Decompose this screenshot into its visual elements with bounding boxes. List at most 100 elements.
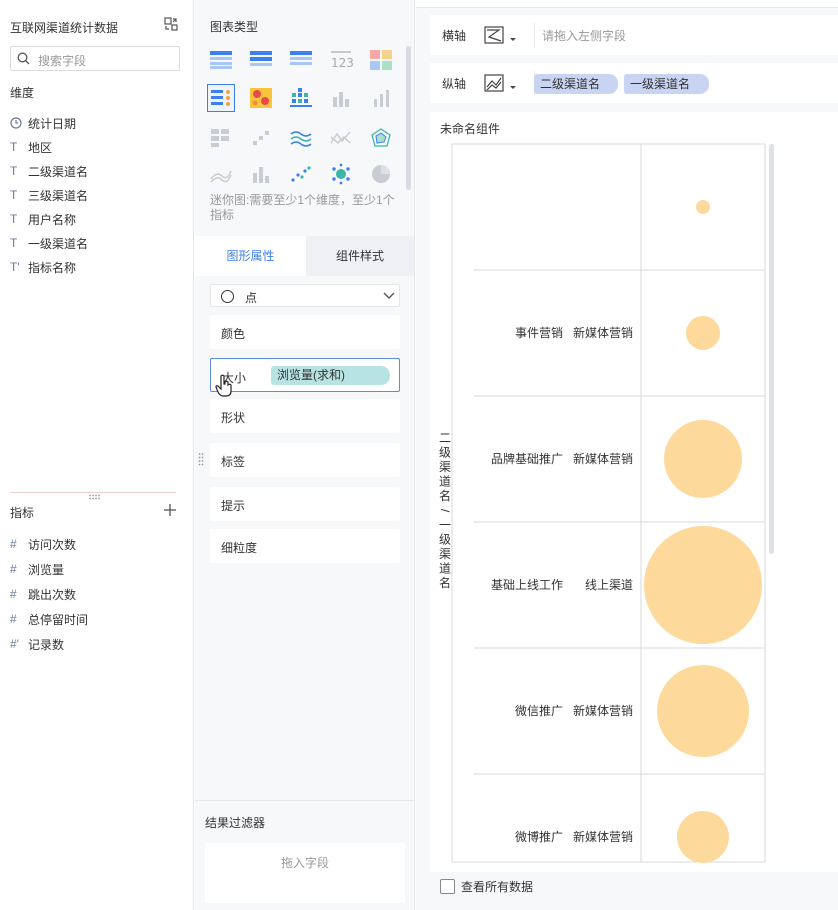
add-measure-icon[interactable] [163, 503, 177, 517]
switch-dataset-icon[interactable] [164, 17, 178, 31]
pie-chart-icon[interactable] [367, 160, 395, 188]
text-icon: T [10, 236, 18, 250]
view-all-label: 查看所有数据 [461, 880, 534, 894]
y-axis-title-char: 级 [439, 533, 451, 547]
size-field-pill[interactable]: 浏览量(求和) [271, 366, 390, 385]
dimension-item[interactable]: T 一级渠道名 [10, 233, 88, 253]
chart-component: 未命名组件 新媒体营销 事件营销 新媒体营销 品牌基础推广 线上渠道 基础上线工作 新媒体营… [430, 112, 838, 872]
size-property[interactable]: 大小 浏览量(求和) [210, 358, 400, 392]
row-label-level1: 微信推广 [515, 704, 563, 718]
chart-type-scrollbar[interactable] [406, 46, 411, 190]
row-label-level1: 微博推广 [515, 829, 563, 844]
resize-grip-icon[interactable] [198, 452, 204, 466]
y-axis-type-icon[interactable] [484, 73, 520, 95]
dimension-item[interactable]: T' 指标名称 [10, 257, 76, 277]
heatmap-chart-icon[interactable] [247, 84, 275, 112]
measure-item[interactable]: # 总停留时间 [10, 609, 88, 629]
measure-label: 总停留时间 [28, 612, 89, 627]
measure-label: 记录数 [28, 637, 65, 652]
column-chart-icon[interactable] [367, 84, 395, 112]
label-property[interactable]: 标签 [210, 443, 400, 477]
x-axis-shelf[interactable]: 横轴 请拖入左侧字段 [430, 15, 838, 55]
dimension-label: 地区 [28, 140, 53, 155]
search-icon [17, 52, 30, 65]
y-axis-field-pill[interactable]: 一级渠道名 [624, 74, 709, 94]
measure-label: 跳出次数 [28, 587, 77, 602]
row-label-level2: 新媒体营销 [573, 325, 633, 340]
tab-graphic-properties[interactable]: 图形属性 [195, 236, 306, 276]
color-property[interactable]: 颜色 [210, 315, 400, 349]
measure-item[interactable]: # 访问次数 [10, 534, 76, 554]
dimension-label: 二级渠道名 [28, 164, 89, 179]
y-axis-shelf[interactable]: 纵轴 二级渠道名 一级渠道名 [430, 63, 838, 103]
chevron-down-icon [383, 292, 395, 299]
search-input-placeholder[interactable]: 搜索字段 [38, 52, 86, 69]
step-chart-icon[interactable] [247, 124, 275, 152]
granularity-property-label: 细粒度 [221, 541, 258, 555]
kpi-number-icon[interactable]: 123 [327, 46, 355, 74]
resize-grip-icon[interactable] [88, 494, 102, 500]
measure-item[interactable]: # 浏览量 [10, 559, 64, 579]
hash-icon: # [10, 537, 17, 551]
shelf-separator [534, 23, 535, 47]
x-axis-placeholder: 请拖入左侧字段 [542, 29, 627, 43]
x-axis-type-icon[interactable] [484, 25, 520, 47]
bubble-plot: 新媒体营销事件营销新媒体营销品牌基础推广线上渠道基础上线工作新媒体营销微信推广新… [438, 143, 766, 863]
y-axis-title-char: 渠 [439, 547, 451, 561]
y-axis-title-char: 名 [439, 488, 451, 503]
mark-type-select[interactable]: 点 [210, 284, 400, 307]
mark-type-value: 点 [245, 291, 258, 305]
crosstab-chart-icon[interactable] [247, 46, 275, 74]
measure-item[interactable]: #' 记录数 [10, 634, 64, 654]
bar-chart-icon[interactable] [327, 84, 355, 112]
line-chart-icon[interactable] [287, 124, 315, 152]
y-axis-title-char: 级 [439, 446, 451, 460]
scatter-chart-icon[interactable] [287, 160, 315, 188]
svg-text:123: 123 [331, 56, 353, 69]
hand-cursor-icon [215, 374, 232, 397]
text-icon: T [10, 140, 18, 154]
property-tabs: 图形属性 组件样式 [195, 236, 414, 276]
row-label-level1: 品牌基础推广 [491, 452, 563, 466]
dimension-item[interactable]: T 地区 [10, 137, 52, 157]
table-chart-icon[interactable] [207, 46, 235, 74]
shape-property[interactable]: 形状 [210, 399, 400, 433]
stacked-bar-chart-icon[interactable] [247, 160, 275, 188]
grid-chart-icon[interactable] [207, 124, 235, 152]
area-chart-icon[interactable] [207, 160, 235, 188]
y-axis-title-char: / [438, 509, 452, 513]
view-all-data-toggle[interactable]: 查看所有数据 [440, 878, 533, 895]
hash-icon: # [10, 562, 17, 576]
dot-matrix-chart-icon[interactable] [287, 84, 315, 112]
dimension-label: 统计日期 [28, 116, 77, 131]
dimension-item[interactable]: T 二级渠道名 [10, 161, 88, 181]
detail-table-icon[interactable] [287, 46, 315, 74]
dimension-item[interactable]: T 三级渠道名 [10, 185, 88, 205]
field-search[interactable]: 搜索字段 [10, 46, 180, 71]
dimension-label: 三级渠道名 [28, 188, 89, 203]
dimension-label: 指标名称 [28, 260, 77, 275]
y-axis-field-pill[interactable]: 二级渠道名 [534, 74, 618, 94]
dimension-item[interactable]: T 用户名称 [10, 209, 76, 229]
x-axis-label: 横轴 [442, 29, 467, 43]
y-axis-title-char: 道 [439, 475, 451, 489]
polyline-chart-icon[interactable] [327, 124, 355, 152]
measure-item[interactable]: # 跳出次数 [10, 584, 76, 604]
dimension-label: 用户名称 [28, 212, 77, 227]
chart-vertical-scrollbar[interactable] [769, 144, 774, 554]
clock-icon [10, 117, 22, 129]
shape-property-label: 形状 [221, 411, 246, 425]
tab-component-style[interactable]: 组件样式 [306, 236, 414, 276]
radar-chart-icon[interactable] [367, 124, 395, 152]
text-icon: T [10, 164, 18, 178]
hash-calc-icon: #' [10, 637, 19, 651]
y-axis-title-char: 渠 [439, 460, 451, 474]
view-all-checkbox[interactable] [440, 879, 455, 894]
text-calc-icon: T' [10, 260, 20, 274]
dot-chart-icon[interactable] [207, 84, 235, 112]
bubble-chart-icon[interactable] [327, 160, 355, 188]
granularity-property[interactable]: 细粒度 [210, 529, 400, 563]
kpi-card-icon[interactable] [367, 46, 395, 74]
dimension-item[interactable]: 统计日期 [10, 113, 76, 133]
tooltip-property[interactable]: 提示 [210, 487, 400, 521]
